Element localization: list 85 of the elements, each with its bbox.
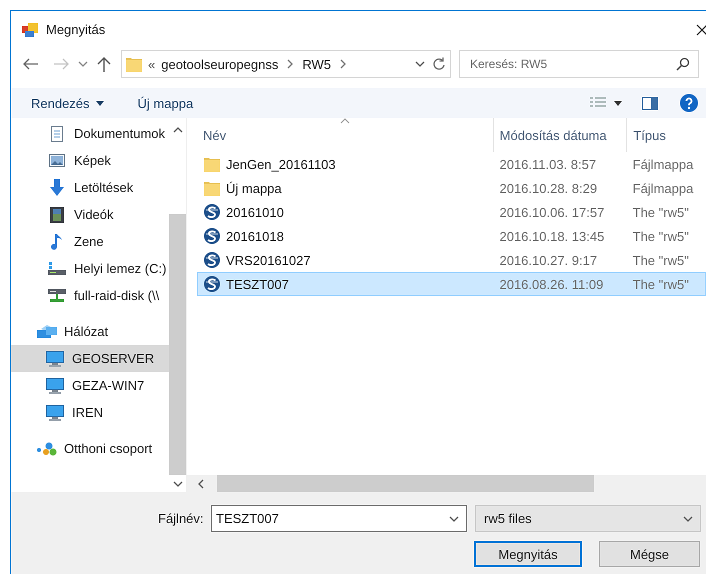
refresh-icon[interactable] <box>432 57 446 71</box>
nav-item[interactable]: GEOSERVER <box>11 345 169 372</box>
network-drive-icon <box>48 288 66 303</box>
monitor-icon <box>46 350 64 366</box>
people-icon <box>37 442 57 456</box>
file-name: JenGen_20161103 <box>226 156 336 172</box>
file-row[interactable]: Új mappa 2016.10.28. 8:29 Fájlmappa <box>197 176 706 200</box>
file-name: Új mappa <box>226 180 282 196</box>
swirl-icon <box>204 276 220 292</box>
file-name: 20161018 <box>226 228 284 244</box>
nav-item[interactable]: IREN <box>11 399 169 426</box>
file-name: TESZT007 <box>226 276 289 292</box>
nav-item[interactable]: Zene <box>11 228 169 255</box>
search-field[interactable]: Keresés: RW5 <box>459 50 699 78</box>
new-folder-button[interactable]: Új mappa <box>138 92 194 114</box>
filename-field[interactable]: TESZT007 <box>211 505 467 532</box>
up-arrow-icon[interactable] <box>97 56 111 72</box>
folder-icon <box>126 56 142 72</box>
modified-date: 2016.10.06. 17:57 <box>499 204 604 220</box>
network-icon <box>37 324 57 339</box>
file-row[interactable]: JenGen_20161103 2016.11.03. 8:57 Fájlmappa <box>197 152 706 176</box>
column-header[interactable]: Típus <box>627 118 706 152</box>
file-row[interactable]: 20161010 2016.10.06. 17:57 The "rw5" <box>197 200 706 224</box>
breadcrumb-overflow[interactable]: « <box>148 56 156 72</box>
filename-input[interactable]: TESZT007 <box>216 511 448 526</box>
nav-item[interactable]: Otthoni csoport <box>11 435 169 462</box>
horizontal-scrollbar[interactable] <box>187 475 706 492</box>
monitor-icon <box>46 404 64 420</box>
file-type: The "rw5" <box>632 228 689 244</box>
nav-item[interactable]: Dokumentumok <box>11 120 169 147</box>
help-icon[interactable] <box>680 94 698 112</box>
file-type: The "rw5" <box>632 204 689 220</box>
folder-icon <box>204 156 220 172</box>
folder-icon <box>204 180 220 196</box>
search-icon <box>676 57 690 71</box>
file-type: The "rw5" <box>632 276 689 292</box>
nav-item[interactable]: Videók <box>11 201 169 228</box>
address-bar[interactable]: « geotoolseuropegnss RW5 <box>121 50 451 78</box>
nav-item[interactable]: GEZA-WIN7 <box>11 372 169 399</box>
dialog-button[interactable]: Megnyitás <box>474 541 582 567</box>
file-row[interactable]: TESZT007 2016.08.26. 11:09 The "rw5" <box>197 272 706 296</box>
modified-date: 2016.08.26. 11:09 <box>499 276 604 292</box>
column-header[interactable]: Módosítás dátuma <box>494 118 628 152</box>
swirl-icon <box>204 252 220 268</box>
swirl-icon <box>204 228 220 244</box>
film-icon <box>50 206 64 222</box>
column-header[interactable]: Név <box>197 118 494 152</box>
breadcrumb[interactable]: geotoolseuropegnss <box>161 56 278 72</box>
organize-menu[interactable]: Rendezés <box>31 92 104 114</box>
preview-pane-icon[interactable] <box>642 96 658 110</box>
nav-item[interactable]: Képek <box>11 147 169 174</box>
down-arrow-icon <box>49 179 65 196</box>
nav-item[interactable]: full-raid-disk (\\ <box>11 282 169 309</box>
file-type: Fájlmappa <box>632 156 694 172</box>
drive-icon <box>48 262 66 275</box>
nav-item[interactable]: Hálózat <box>11 318 169 345</box>
back-arrow-icon[interactable] <box>23 58 39 70</box>
close-icon[interactable] <box>696 24 706 36</box>
file-type-dropdown[interactable]: rw5 files <box>475 505 701 532</box>
breadcrumb[interactable]: RW5 <box>302 56 331 72</box>
nav-item[interactable]: Letöltések <box>11 174 169 201</box>
swirl-icon <box>204 204 220 220</box>
app-icon <box>22 22 38 36</box>
document-icon <box>50 126 64 142</box>
file-type: Fájlmappa <box>632 180 694 196</box>
file-row[interactable]: 20161018 2016.10.18. 13:45 The "rw5" <box>197 224 706 248</box>
modified-date: 2016.10.27. 9:17 <box>499 252 598 268</box>
nav-item[interactable]: Helyi lemez (C:) <box>11 255 169 282</box>
modified-date: 2016.10.28. 8:29 <box>499 180 598 196</box>
modified-date: 2016.11.03. 8:57 <box>499 156 596 172</box>
file-type: The "rw5" <box>632 252 689 268</box>
music-note-icon <box>51 233 63 250</box>
filename-label: Fájlnév: <box>158 511 205 526</box>
dialog-button[interactable]: Mégse <box>599 541 700 567</box>
window-title: Megnyitás <box>46 22 106 37</box>
picture-icon <box>49 154 65 167</box>
file-row[interactable]: VRS20161027 2016.10.27. 9:17 The "rw5" <box>197 248 706 272</box>
search-input[interactable]: Keresés: RW5 <box>468 56 676 72</box>
monitor-icon <box>46 378 64 394</box>
sort-caret-icon <box>340 118 350 124</box>
caret-icon[interactable] <box>614 100 622 106</box>
modified-date: 2016.10.18. 13:45 <box>499 228 604 244</box>
caret-icon <box>96 100 104 106</box>
file-name: VRS20161027 <box>226 252 311 268</box>
file-name: 20161010 <box>226 204 284 220</box>
